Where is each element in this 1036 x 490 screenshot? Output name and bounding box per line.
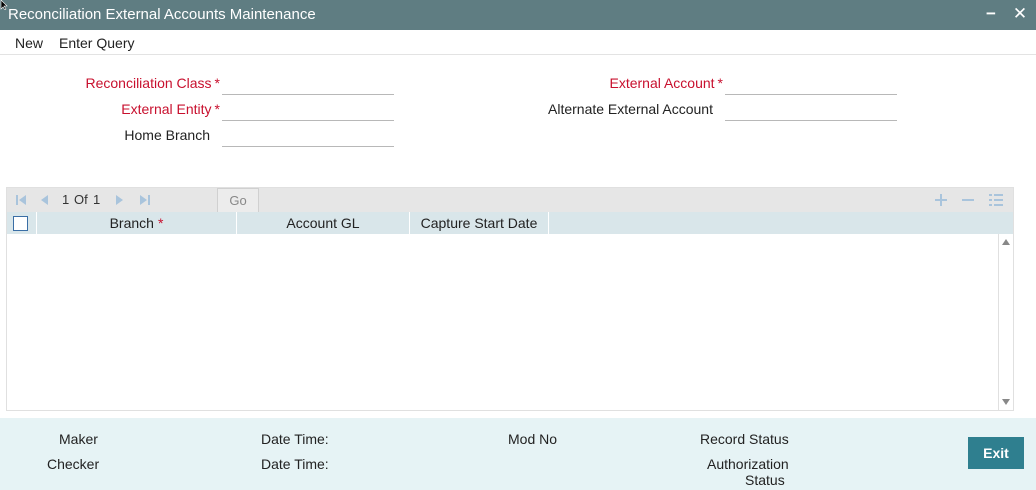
reconciliation-class-label: Reconciliation Class *: [85, 75, 220, 91]
mod-no-label: Mod No: [508, 431, 558, 447]
current-page: 1: [62, 192, 70, 207]
audit-footer: [0, 418, 1036, 490]
menu-new[interactable]: New: [15, 35, 43, 51]
next-page-icon[interactable]: [115, 192, 125, 208]
grid-header: Branch * Account GL Capture Start Date: [7, 212, 1013, 234]
authorization-status-label: Authorization: [707, 456, 789, 472]
total-pages: 1: [93, 192, 101, 207]
grid-toolbar: 1 Of 1 Go: [7, 188, 1013, 214]
branch-account-grid: 1 Of 1 Go Branch * Account GL Capture Sta…: [6, 187, 1014, 411]
authorization-status-label-line2: Status: [745, 472, 785, 488]
last-page-icon[interactable]: [139, 192, 151, 208]
window-title: Reconciliation External Accounts Mainten…: [8, 6, 316, 23]
select-all-cell: [7, 212, 37, 234]
scroll-up-icon[interactable]: [1002, 239, 1010, 245]
delete-row-icon[interactable]: [959, 191, 977, 209]
reconciliation-class-input[interactable]: [222, 72, 394, 95]
alternate-external-account-label: Alternate External Account: [548, 101, 713, 117]
home-branch-label: Home Branch: [124, 127, 210, 143]
add-row-icon[interactable]: [932, 191, 950, 209]
home-branch-input[interactable]: [222, 124, 394, 147]
checker-date-time-label: Date Time:: [261, 456, 329, 472]
minimize-button[interactable]: −: [982, 4, 1000, 24]
checker-label: Checker: [47, 456, 100, 472]
external-account-input[interactable]: [725, 72, 897, 95]
record-status-label: Record Status: [700, 431, 789, 447]
external-entity-label: External Entity *: [121, 101, 220, 117]
menu-enter-query[interactable]: Enter Query: [59, 35, 134, 51]
select-all-checkbox[interactable]: [13, 216, 28, 231]
external-entity-input[interactable]: [222, 98, 394, 121]
single-view-icon[interactable]: [987, 191, 1005, 209]
close-button[interactable]: ✕: [1011, 4, 1029, 24]
title-bar: Reconciliation External Accounts Mainten…: [0, 0, 1036, 30]
first-page-icon[interactable]: [15, 192, 27, 208]
previous-page-icon[interactable]: [39, 192, 49, 208]
column-capture-start-date[interactable]: Capture Start Date: [410, 212, 549, 234]
grid-vertical-scrollbar[interactable]: [998, 234, 1013, 410]
maker-date-time-label: Date Time:: [261, 431, 329, 447]
menu-bar: New Enter Query: [0, 30, 1036, 55]
exit-button[interactable]: Exit: [968, 437, 1024, 469]
external-account-label: External Account *: [609, 75, 723, 91]
column-account-gl[interactable]: Account GL: [237, 212, 410, 234]
scroll-down-icon[interactable]: [1002, 399, 1010, 405]
go-button[interactable]: Go: [217, 188, 259, 214]
column-branch[interactable]: Branch *: [37, 212, 237, 234]
alternate-external-account-input[interactable]: [725, 98, 897, 121]
page-of-label: Of: [74, 192, 88, 207]
maker-label: Maker: [59, 431, 98, 447]
